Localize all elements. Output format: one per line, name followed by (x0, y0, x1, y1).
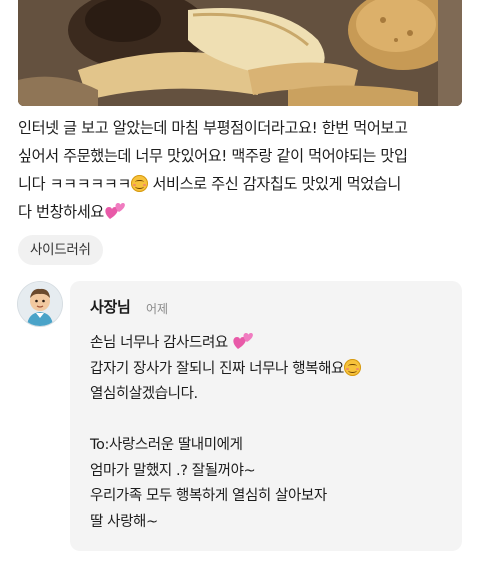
reply-line: 갑자기 장사가 잘되니 진짜 너무나 행복해요 (90, 357, 450, 383)
reply-line: 딸 사랑해~ (90, 513, 158, 530)
reply-line (90, 408, 450, 434)
review-line: 니다 ㅋㅋㅋㅋㅋㅋ 서비스로 주신 감자칩도 맛있게 먹었습니 (18, 170, 468, 198)
owner-avatar-icon (18, 282, 62, 326)
smiling-face-emoji-icon (131, 175, 149, 192)
reply-time: 어제 (146, 302, 169, 316)
two-hearts-emoji-icon (105, 203, 125, 219)
reply-line: To:사랑스러운 딸내미에게 (90, 437, 243, 453)
owner-avatar (18, 282, 62, 326)
food-photo-icon (18, 0, 462, 106)
review-line: 인터넷 글 보고 알았는데 마침 부평점이더라고요! 한번 먹어보고 (18, 119, 408, 137)
reply-line: 손님 너무나 감사드려요 (90, 331, 450, 357)
smiling-face-emoji-icon (343, 358, 361, 376)
reply-line-text: 갑자기 장사가 잘되니 진짜 너무나 행복해요 (90, 360, 344, 377)
review-photo[interactable] (18, 0, 462, 106)
review-line-text: 니다 ㅋㅋㅋㅋㅋㅋ (18, 175, 132, 193)
review-line: 싶어서 주문했는데 너무 맛있어요! 맥주랑 같이 먹어야되는 맛입 (18, 147, 408, 165)
two-hearts-emoji-icon (233, 333, 253, 349)
menu-tag[interactable]: 사이드러쉬 (18, 235, 103, 265)
reply-author: 사장님 (90, 298, 131, 316)
review-line-text: 다 번창하세요 (18, 203, 104, 221)
reply-line: 우리가족 모두 행복하게 열심히 살아보자 (90, 488, 327, 504)
review-line-text: 서비스로 주신 감자칩도 맛있게 먹었습니 (148, 175, 401, 193)
reply-line: 열심히살겠습니다. (90, 386, 198, 402)
reply-line: 엄마가 말했지 .? 잘될꺼야~ (90, 462, 256, 479)
review-text: 인터넷 글 보고 알았는데 마침 부평점이더라고요! 한번 먹어보고 싶어서 주… (18, 114, 468, 226)
reply-line-text: 손님 너무나 감사드려요 (90, 335, 228, 351)
reply-text: 손님 너무나 감사드려요 갑자기 장사가 잘되니 진짜 너무나 행복해요 열심히… (90, 331, 450, 535)
review-line: 다 번창하세요 (18, 198, 468, 226)
